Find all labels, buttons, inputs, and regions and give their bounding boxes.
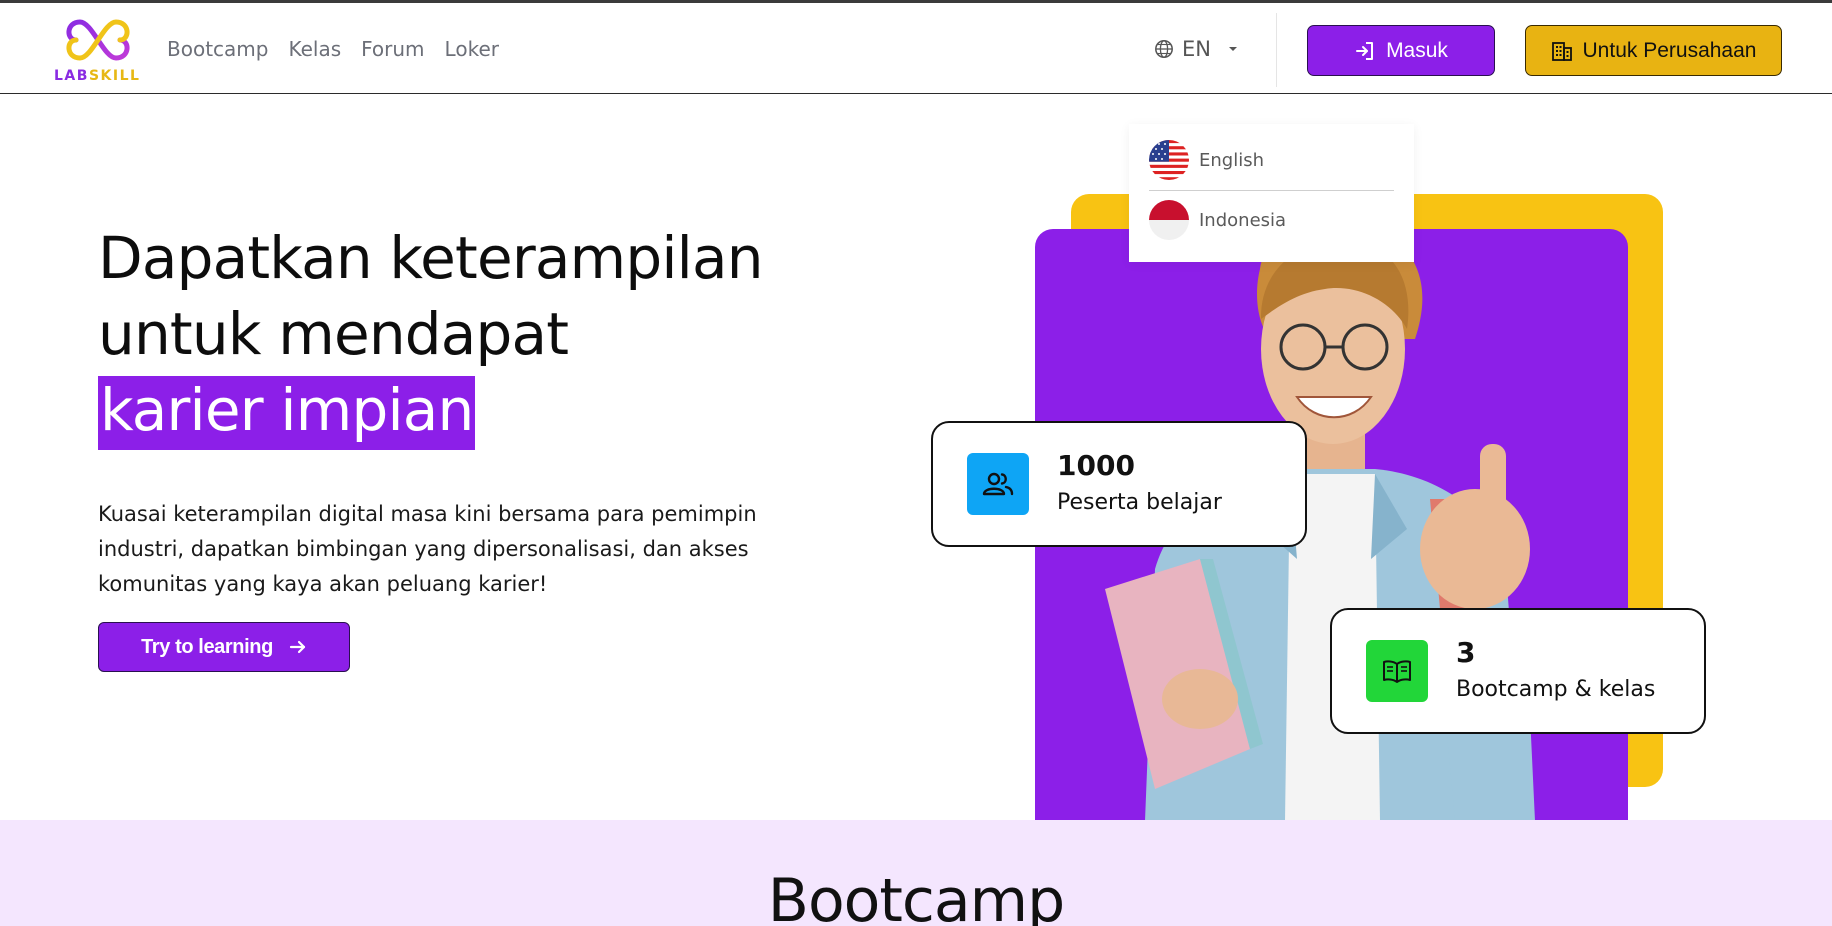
stat-bootcamps-value: 3 xyxy=(1456,636,1476,669)
login-label: Masuk xyxy=(1386,38,1448,62)
try-learning-button[interactable]: Try to learning xyxy=(98,622,350,672)
book-icon xyxy=(1366,640,1428,702)
building-icon xyxy=(1551,41,1572,61)
nav-bootcamp[interactable]: Bootcamp xyxy=(167,37,268,61)
hero-title-line-2: untuk mendapat xyxy=(98,300,569,368)
hero-title: Dapatkan keterampilan untuk mendapat kar… xyxy=(98,220,763,450)
dropdown-separator xyxy=(1149,190,1394,191)
try-learning-label: Try to learning xyxy=(141,635,273,658)
stat-card-bootcamps: 3 Bootcamp & kelas xyxy=(1330,608,1706,734)
stat-card-participants: 1000 Peserta belajar xyxy=(931,421,1307,547)
arrow-right-icon xyxy=(289,640,306,654)
stat-participants-label: Peserta belajar xyxy=(1057,490,1222,515)
hero-title-line-1: Dapatkan keterampilan xyxy=(98,224,763,292)
company-button[interactable]: Untuk Perusahaan xyxy=(1525,25,1782,76)
nav-kelas[interactable]: Kelas xyxy=(288,37,341,61)
main-nav: Bootcamp Kelas Forum Loker xyxy=(167,37,519,61)
logo-wordmark: LABSKILL xyxy=(54,68,141,84)
indonesia-flag-icon xyxy=(1149,200,1189,240)
language-option-english-label: English xyxy=(1199,149,1264,171)
login-icon xyxy=(1356,41,1374,60)
stat-bootcamps-label: Bootcamp & kelas xyxy=(1456,677,1656,702)
hero-description: Kuasai keterampilan digital masa kini be… xyxy=(98,502,757,596)
language-selector[interactable]: EN xyxy=(1154,37,1239,61)
us-flag-icon xyxy=(1149,140,1189,180)
bootcamp-section-title: Bootcamp xyxy=(767,866,1065,926)
login-button[interactable]: Masuk xyxy=(1307,25,1495,76)
language-dropdown: English Indonesia xyxy=(1129,124,1414,262)
labskill-logo[interactable]: LABSKILL xyxy=(52,16,148,88)
users-icon xyxy=(967,453,1029,515)
bootcamp-section: Bootcamp xyxy=(0,820,1832,926)
company-label: Untuk Perusahaan xyxy=(1582,38,1757,62)
caret-down-icon xyxy=(1228,47,1237,51)
top-header: LABSKILL Bootcamp Kelas Forum Loker EN M… xyxy=(0,3,1832,94)
language-option-indonesia[interactable]: Indonesia xyxy=(1149,200,1286,240)
stat-participants-value: 1000 xyxy=(1057,449,1135,482)
nav-forum[interactable]: Forum xyxy=(361,37,424,61)
language-option-indonesia-label: Indonesia xyxy=(1199,209,1287,231)
language-option-english[interactable]: English xyxy=(1149,140,1264,180)
hero-title-highlight: karier impian xyxy=(98,376,476,450)
language-code: EN xyxy=(1182,37,1211,61)
nav-loker[interactable]: Loker xyxy=(445,37,499,61)
header-divider xyxy=(1276,13,1277,87)
infinity-logo-icon xyxy=(66,19,130,61)
globe-icon xyxy=(1155,40,1173,58)
